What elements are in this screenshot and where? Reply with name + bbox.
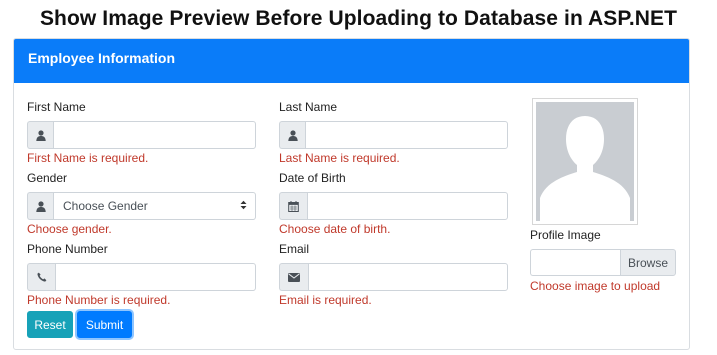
dob-label: Date of Birth xyxy=(279,171,346,185)
last-name-input[interactable] xyxy=(305,121,508,149)
first-name-field xyxy=(27,121,256,149)
first-name-error: First Name is required. xyxy=(27,151,149,165)
dob-field xyxy=(279,192,508,220)
email-label: Email xyxy=(279,242,310,256)
file-name-display[interactable] xyxy=(530,249,620,276)
dob-input[interactable] xyxy=(307,192,508,220)
phone-field xyxy=(27,263,256,291)
gender-selected-value: Choose Gender xyxy=(63,199,148,213)
envelope-icon xyxy=(279,263,308,291)
card-header: Employee Information xyxy=(14,39,689,83)
phone-label: Phone Number xyxy=(27,242,108,256)
select-arrows-icon xyxy=(240,199,247,213)
phone-error: Phone Number is required. xyxy=(27,293,171,307)
profile-image-label: Profile Image xyxy=(530,228,601,242)
user-icon xyxy=(27,192,53,220)
email-input[interactable] xyxy=(308,263,508,291)
last-name-error: Last Name is required. xyxy=(279,151,400,165)
last-name-label: Last Name xyxy=(279,100,338,114)
phone-icon xyxy=(27,263,55,291)
page-title: Show Image Preview Before Uploading to D… xyxy=(39,7,678,30)
profile-image-preview xyxy=(532,98,638,225)
profile-image-error: Choose image to upload xyxy=(530,279,661,293)
email-field xyxy=(279,263,508,291)
gender-error: Choose gender. xyxy=(27,222,112,236)
submit-button[interactable]: Submit xyxy=(77,311,132,338)
user-icon xyxy=(279,121,305,149)
reset-button[interactable]: Reset xyxy=(27,311,73,338)
gender-label: Gender xyxy=(27,171,68,185)
dob-error: Choose date of birth. xyxy=(279,222,391,236)
user-icon xyxy=(27,121,53,149)
first-name-label: First Name xyxy=(27,100,86,114)
gender-field: Choose Gender xyxy=(27,192,256,220)
gender-select[interactable]: Choose Gender xyxy=(53,192,256,220)
first-name-input[interactable] xyxy=(53,121,256,149)
avatar-placeholder-icon xyxy=(536,102,634,221)
calendar-icon xyxy=(279,192,307,220)
phone-input[interactable] xyxy=(55,263,256,291)
email-error: Email is required. xyxy=(279,293,372,307)
browse-button[interactable]: Browse xyxy=(620,249,676,276)
last-name-field xyxy=(279,121,508,149)
profile-image-file-input[interactable]: Browse xyxy=(530,249,676,276)
